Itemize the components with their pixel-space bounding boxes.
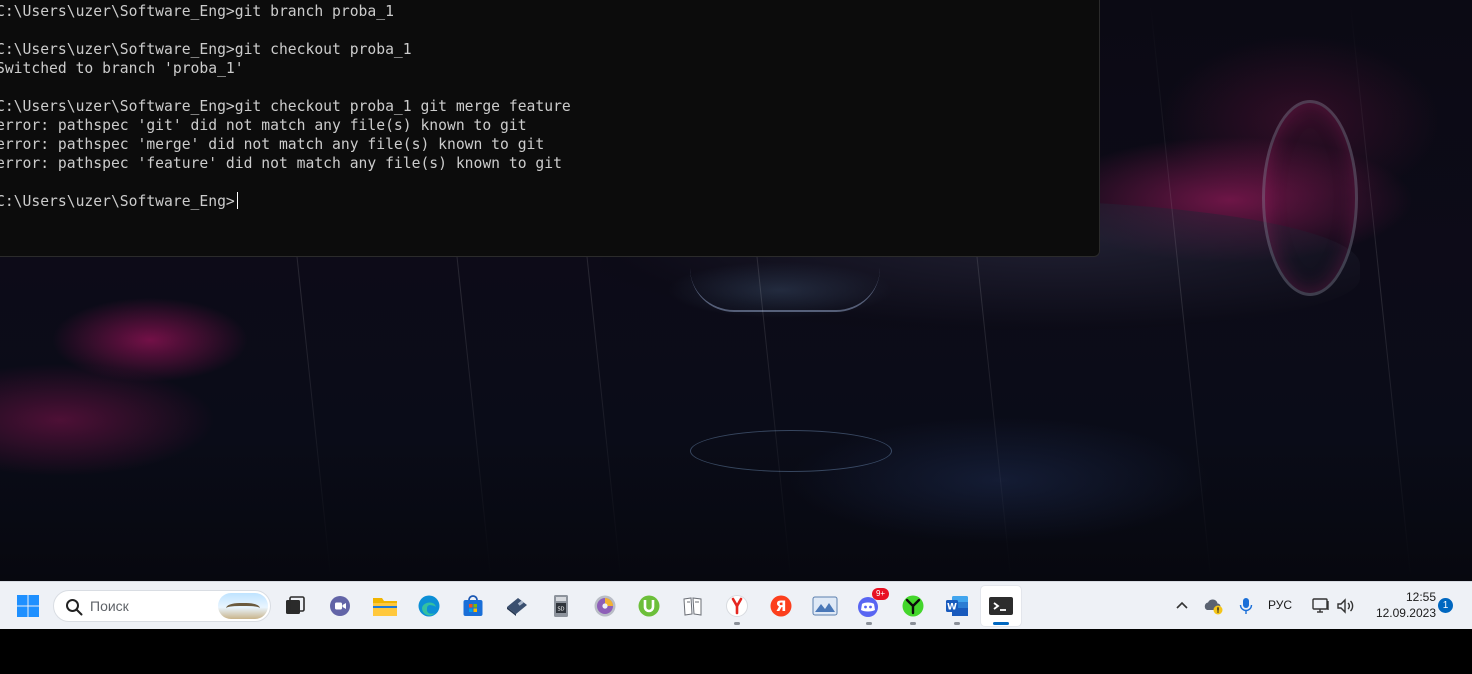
terminal-line: error: pathspec 'merge' did not match an… xyxy=(0,136,545,153)
clock-date: 12.09.2023 xyxy=(1375,606,1436,620)
edge-browser-icon xyxy=(418,595,440,617)
photo-viewer-icon xyxy=(812,596,838,616)
desktop-screen: C:\Users\uzer\Software_Eng>git branch pr… xyxy=(0,0,1472,674)
running-indicator xyxy=(866,622,872,625)
teams-chat-button[interactable] xyxy=(320,586,360,626)
chevron-up-icon xyxy=(1176,601,1188,609)
speaker-icon xyxy=(1337,598,1354,614)
search-placeholder: Поиск xyxy=(90,598,129,614)
terminal-line: Switched to branch 'proba_1' xyxy=(0,60,244,77)
yandex-button[interactable]: Я xyxy=(761,586,801,626)
terminal-icon xyxy=(989,597,1013,615)
yandex-icon: Я xyxy=(770,595,792,617)
wallpaper-water-splash xyxy=(690,430,892,472)
razer-icon xyxy=(902,595,924,617)
microphone-tray-button[interactable] xyxy=(1236,596,1256,616)
edge-browser-button[interactable] xyxy=(409,586,449,626)
yandex-browser-button[interactable] xyxy=(717,586,757,626)
active-indicator xyxy=(993,622,1009,625)
razer-button[interactable] xyxy=(893,586,933,626)
terminal-line: C:\Users\uzer\Software_Eng>git checkout … xyxy=(0,41,412,58)
svg-text:Я: Я xyxy=(776,599,787,615)
terminal-line: error: pathspec 'git' did not match any … xyxy=(0,117,527,134)
terminal-window[interactable]: C:\Users\uzer\Software_Eng>git branch pr… xyxy=(0,0,1100,257)
file-explorer-button[interactable] xyxy=(365,586,405,626)
running-indicator xyxy=(910,622,916,625)
start-button[interactable] xyxy=(8,586,48,626)
wallpaper-car-wheel xyxy=(1262,100,1358,296)
terminal-line: error: pathspec 'feature' did not match … xyxy=(0,155,562,172)
microphone-icon xyxy=(1239,598,1253,614)
discord-button[interactable]: 9+ xyxy=(849,586,889,626)
terminal-line: C:\Users\uzer\Software_Eng>git branch pr… xyxy=(0,3,394,20)
word-button[interactable]: W xyxy=(937,586,977,626)
terminal-prompt: C:\Users\uzer\Software_Eng> xyxy=(0,193,235,210)
cloud-warning-icon xyxy=(1204,599,1223,615)
notification-count-badge[interactable]: 1 xyxy=(1438,598,1453,613)
yandex-browser-icon xyxy=(726,595,748,617)
running-indicator xyxy=(954,622,960,625)
file-explorer-icon xyxy=(373,598,397,616)
search-icon xyxy=(66,599,83,616)
utorrent-button[interactable] xyxy=(629,586,669,626)
network-tray-button[interactable] xyxy=(1311,596,1331,616)
terminal-button[interactable] xyxy=(981,586,1021,626)
clock-time: 12:55 xyxy=(1405,590,1436,604)
screen-bottom-margin xyxy=(0,629,1472,674)
book-reader-icon xyxy=(683,597,702,616)
wallpaper-rain-streak xyxy=(1349,1,1412,579)
book-reader-button[interactable] xyxy=(673,586,713,626)
text-cursor xyxy=(236,192,238,209)
microsoft-store-button[interactable] xyxy=(453,586,493,626)
volume-tray-button[interactable] xyxy=(1335,596,1355,616)
teams-chat-icon xyxy=(330,596,350,616)
terminal-prompt-line[interactable]: C:\Users\uzer\Software_Eng> xyxy=(0,192,571,211)
wallpaper-car-grille xyxy=(690,268,880,312)
word-icon: W xyxy=(946,596,968,616)
running-indicator xyxy=(734,622,740,625)
network-icon xyxy=(1312,598,1329,613)
task-view-icon xyxy=(286,596,305,614)
utorrent-icon xyxy=(638,595,660,617)
task-view-button[interactable] xyxy=(275,586,315,626)
taskbar: Поиск SD Я 9+ W РУС 12:55 12.09.2023 1 xyxy=(0,581,1472,630)
taskbar-search-box[interactable]: Поиск xyxy=(53,590,271,622)
terminal-output[interactable]: C:\Users\uzer\Software_Eng>git branch pr… xyxy=(0,2,571,211)
microsoft-store-icon xyxy=(463,595,483,616)
sd-card-tool-icon: SD xyxy=(554,595,568,617)
usb-drive-button[interactable] xyxy=(497,586,537,626)
media-disc-button[interactable] xyxy=(585,586,625,626)
onedrive-tray-button[interactable] xyxy=(1203,596,1223,616)
svg-text:W: W xyxy=(947,603,957,613)
start-icon xyxy=(17,595,39,617)
search-highlight-image xyxy=(218,593,268,619)
show-hidden-icons-button[interactable] xyxy=(1172,596,1192,616)
photo-viewer-button[interactable] xyxy=(805,586,845,626)
usb-drive-icon xyxy=(507,598,527,616)
discord-notification-badge: 9+ xyxy=(872,588,889,600)
sd-card-tool-button[interactable]: SD xyxy=(541,586,581,626)
svg-text:SD: SD xyxy=(557,607,564,613)
terminal-line: C:\Users\uzer\Software_Eng>git checkout … xyxy=(0,98,571,115)
media-disc-icon xyxy=(594,595,616,617)
input-language-indicator[interactable]: РУС xyxy=(1268,598,1292,612)
